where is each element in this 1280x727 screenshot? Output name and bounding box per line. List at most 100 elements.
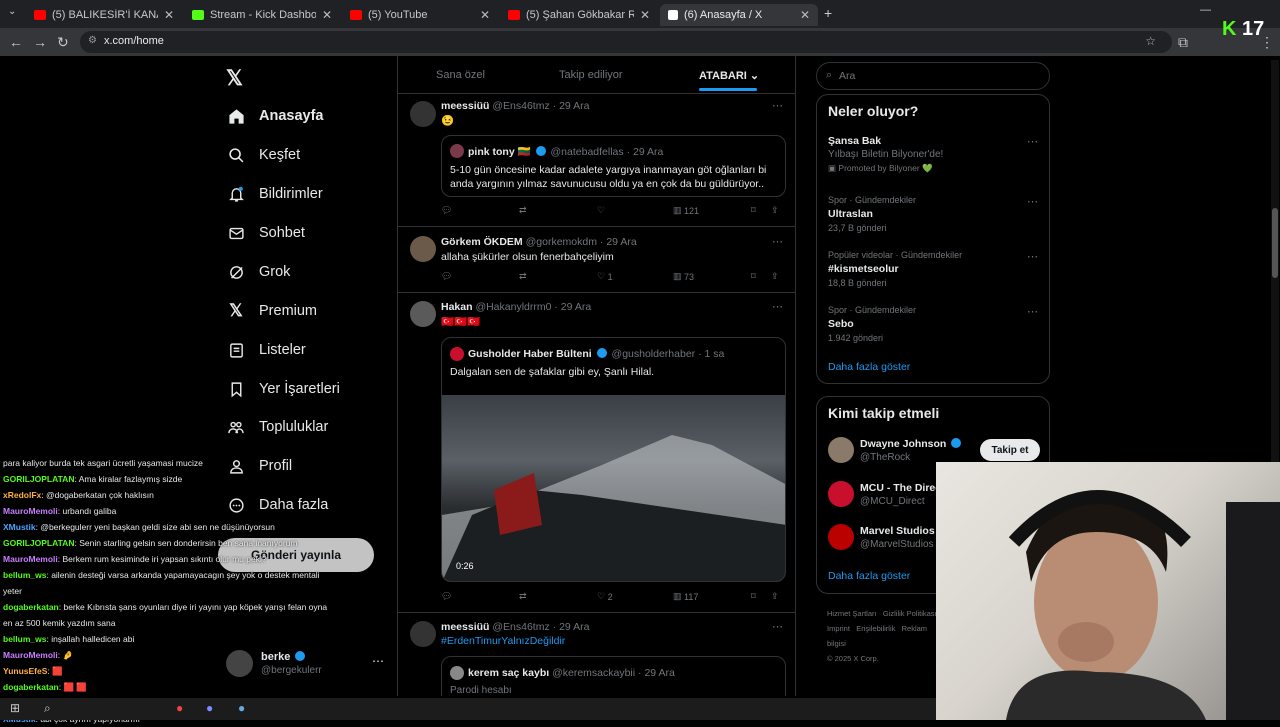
like-button[interactable]: ♡ 2	[597, 591, 613, 602]
close-icon[interactable]: ✕	[322, 8, 332, 22]
more-dots-icon[interactable]: ⋯	[772, 300, 783, 313]
show-more-link[interactable]: Daha fazla göster	[828, 361, 910, 373]
back-icon[interactable]: ←	[9, 34, 23, 50]
retweet-icon[interactable]: ⇄	[519, 205, 527, 216]
more-dots-icon[interactable]: ⋯	[372, 654, 384, 668]
footer-link[interactable]: Imprint	[827, 624, 850, 633]
nav-lists[interactable]: Listeler	[227, 338, 306, 362]
app-icon[interactable]: ●	[238, 701, 245, 715]
more-dots-icon[interactable]: ⋯	[1027, 305, 1038, 318]
chat-username[interactable]: bellum_ws	[3, 634, 46, 644]
chat-username[interactable]: MauroMemoli	[3, 506, 58, 516]
x-logo-icon[interactable]: 𝕏	[226, 66, 243, 91]
chat-username[interactable]: MauroMemoli	[3, 554, 58, 564]
url-field[interactable]: ⚙ x.com/home ☆	[80, 31, 1172, 53]
tweet[interactable]: Görkem ÖKDEM @gorkemokdm · 29 Ara ⋯ alla…	[398, 227, 795, 293]
avatar[interactable]	[410, 101, 436, 127]
chat-username[interactable]: xRedolFx	[3, 490, 41, 500]
nav-grok[interactable]: Grok	[227, 260, 290, 284]
like-button[interactable]: ♡ 1	[597, 271, 613, 282]
views-button[interactable]: ▥ 73	[673, 271, 694, 282]
footer-link[interactable]: Hizmet Şartları	[827, 609, 877, 618]
tab-following[interactable]: Takip ediliyor	[559, 69, 623, 81]
reply-icon[interactable]: 💬︎	[441, 205, 452, 216]
share-icon[interactable]: ⇪	[771, 271, 779, 282]
trend-item[interactable]: Spor · Gündemdekiler Sebo 1.942 gönderi	[828, 305, 916, 343]
nav-bookmarks[interactable]: Yer İşaretleri	[227, 377, 340, 401]
chat-username[interactable]: bellum_ws	[3, 570, 46, 580]
close-icon[interactable]: ✕	[480, 8, 490, 22]
browser-tab[interactable]: (5) BALIKESİR'İ KANA BULAYAN ✕	[26, 4, 182, 26]
nav-notifications[interactable]: Bildirimler	[227, 182, 323, 206]
tab-atabari[interactable]: ATABARI ⌄	[699, 69, 759, 82]
bookmark-star-icon[interactable]: ☆	[1145, 34, 1156, 48]
search-box[interactable]: ⌕ Ara	[816, 62, 1050, 90]
hashtag-link[interactable]: #ErdenTimurYalnızDeğildir	[441, 635, 565, 647]
tweet[interactable]: meessiüü @Ens46tmz · 29 Ara ⋯ #ErdenTimu…	[398, 613, 795, 696]
share-icon[interactable]: ⇪	[771, 591, 779, 602]
app-icon[interactable]: ●	[206, 701, 213, 715]
reply-icon[interactable]: 💬︎	[441, 591, 452, 602]
chat-username[interactable]: dogaberkatan	[3, 682, 59, 692]
like-icon[interactable]: ♡	[597, 205, 605, 216]
chat-username[interactable]: MauroMemoli	[3, 650, 58, 660]
browser-tab-active[interactable]: (6) Anasayfa / X ✕	[660, 4, 818, 26]
browser-tab[interactable]: (5) Şahan Gökbakar Recep İvedi ✕	[500, 4, 658, 26]
extensions-icon[interactable]: ⧉	[1178, 34, 1188, 51]
video-player[interactable]: 0:26	[442, 395, 785, 581]
more-dots-icon[interactable]: ⋯	[772, 235, 783, 248]
chat-username[interactable]: XMustik	[3, 522, 36, 532]
bookmark-icon[interactable]: ⌑	[751, 205, 756, 216]
avatar[interactable]	[410, 621, 436, 647]
more-dots-icon[interactable]: ⋯	[772, 620, 783, 633]
reload-icon[interactable]: ↻	[57, 34, 69, 51]
quoted-tweet[interactable]: kerem saç kaybı @keremsackaybii · 29 Ara…	[441, 656, 786, 696]
retweet-icon[interactable]: ⇄	[519, 271, 527, 282]
avatar[interactable]	[410, 236, 436, 262]
trend-item[interactable]: Şansa Bak Yılbaşı Biletin Bilyoner'de! ▣…	[828, 135, 943, 174]
search-icon[interactable]: ⌕	[44, 701, 51, 716]
avatar[interactable]	[410, 301, 436, 327]
browser-tab[interactable]: (5) YouTube ✕	[342, 4, 498, 26]
views-button[interactable]: ▥ 117	[673, 591, 698, 602]
retweet-icon[interactable]: ⇄	[519, 591, 527, 602]
scrollbar-thumb[interactable]	[1272, 208, 1278, 278]
browser-tab[interactable]: Stream - Kick Dashboard ✕	[184, 4, 340, 26]
tweet[interactable]: Hakan @Hakanyldrrm0 · 29 Ara ⋯ 🇹🇷🇹🇷🇹🇷 Gu…	[398, 293, 795, 613]
bookmark-icon[interactable]: ⌑	[751, 591, 756, 602]
nav-messages[interactable]: Sohbet	[227, 221, 305, 245]
chat-username[interactable]: dogaberkatan	[3, 602, 59, 612]
new-tab-button[interactable]: +	[824, 5, 832, 21]
share-icon[interactable]: ⇪	[771, 205, 779, 216]
trend-item[interactable]: Spor · Gündemdekiler Ultraslan 23,7 B gö…	[828, 195, 916, 233]
nav-explore[interactable]: Keşfet	[227, 143, 300, 167]
nav-communities[interactable]: Topluluklar	[227, 415, 328, 439]
show-more-link[interactable]: Daha fazla göster	[828, 570, 910, 582]
chat-username[interactable]: GORILJOPLATAN	[3, 538, 74, 548]
footer-link[interactable]: Gizlilik Politikası	[883, 609, 937, 618]
trend-item[interactable]: Popüler videolar · Gündemdekiler #kismet…	[828, 250, 962, 288]
close-icon[interactable]: ✕	[164, 8, 174, 22]
follow-button[interactable]: Takip et	[980, 439, 1040, 461]
forward-icon[interactable]: →	[33, 34, 47, 50]
more-dots-icon[interactable]: ⋯	[772, 99, 783, 112]
nav-premium[interactable]: 𝕏 Premium	[227, 299, 317, 323]
tab-for-you[interactable]: Sana özel	[436, 69, 485, 81]
tweet[interactable]: meessiüü @Ens46tmz · 29 Ara ⋯ 😉 pink ton…	[398, 94, 795, 227]
app-icon[interactable]: ●	[176, 701, 183, 715]
nav-home[interactable]: Anasayfa	[227, 104, 323, 128]
footer-link[interactable]: Erişilebilirlik	[856, 624, 895, 633]
more-dots-icon[interactable]: ⋯	[1027, 195, 1038, 208]
views-button[interactable]: ▥ 121	[673, 205, 699, 216]
chat-username[interactable]: GORILJOPLATAN	[3, 474, 74, 484]
start-icon[interactable]: ⊞	[10, 701, 20, 715]
site-info-icon[interactable]: ⚙	[88, 35, 97, 46]
chat-username[interactable]: YunusEfeS	[3, 666, 47, 676]
minimize-button[interactable]: —	[1200, 4, 1211, 16]
close-icon[interactable]: ✕	[640, 8, 650, 22]
close-icon[interactable]: ✕	[800, 8, 810, 22]
bookmark-icon[interactable]: ⌑	[751, 271, 756, 282]
quoted-tweet[interactable]: Gusholder Haber Bülteni @gusholderhaber …	[441, 337, 786, 582]
more-dots-icon[interactable]: ⋯	[1027, 135, 1038, 148]
tab-search-icon[interactable]: ⌄	[8, 6, 16, 17]
